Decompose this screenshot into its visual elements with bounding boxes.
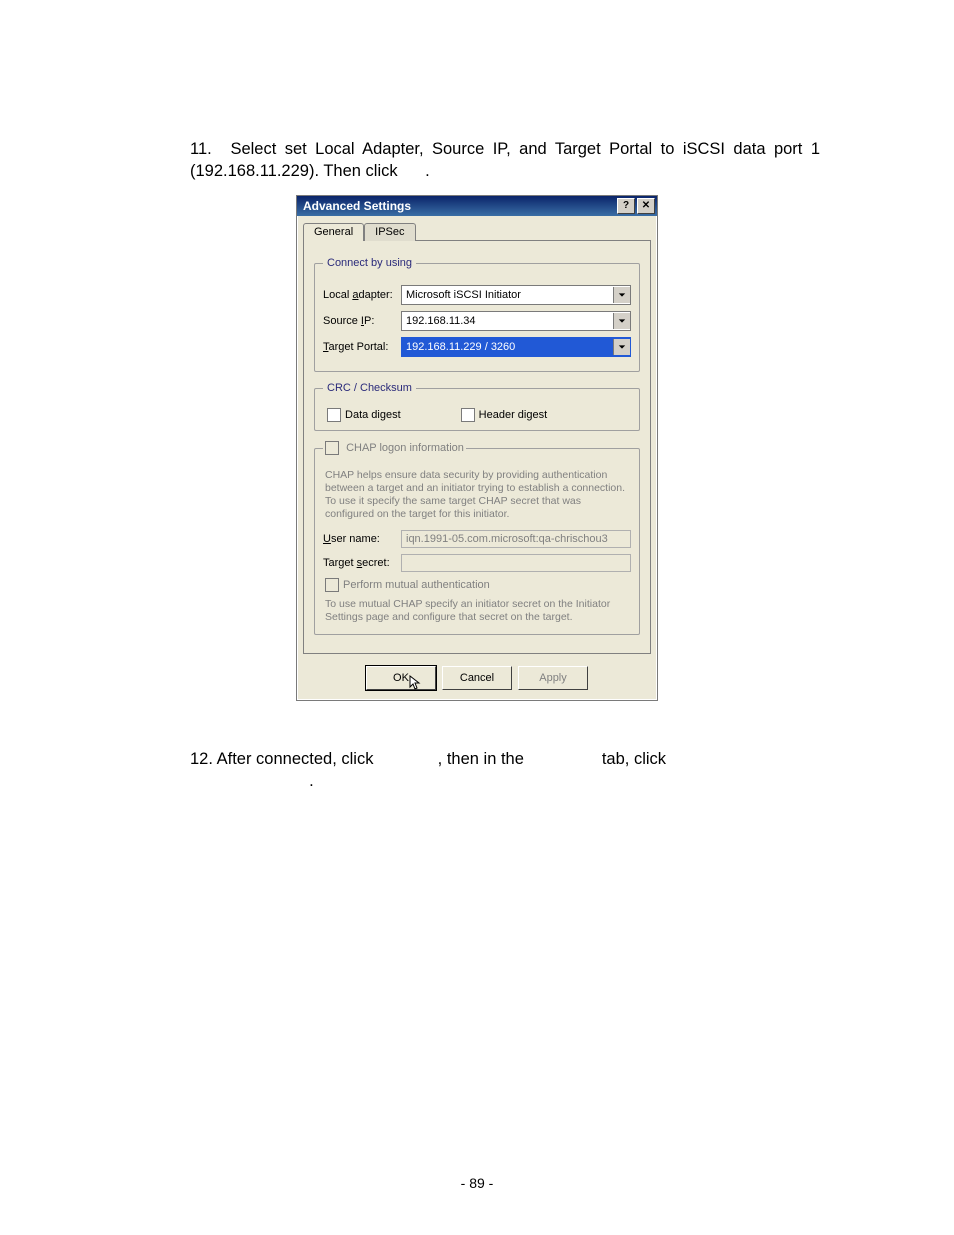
help-button[interactable]: ? (617, 198, 635, 214)
target-secret-field (401, 554, 631, 572)
header-digest-checkbox[interactable]: Header digest (461, 408, 548, 422)
chevron-down-icon (613, 287, 630, 303)
cursor-icon (409, 675, 425, 691)
header-digest-u: H (479, 409, 487, 421)
connect-by-using-legend: Connect by using (323, 257, 416, 269)
instruction-11-text-b: . (425, 162, 430, 180)
tab-strip: General IPSec (297, 216, 657, 240)
target-secret-u: s (357, 557, 363, 569)
instruction-12-number: 12. (190, 750, 213, 768)
crc-checksum-group: CRC / Checksum Data digest Header digest (314, 382, 640, 431)
tab-ipsec-label: IPSec (375, 226, 404, 238)
instruction-12-text-d: . (309, 772, 314, 790)
help-icon: ? (623, 201, 629, 211)
advanced-settings-dialog: Advanced Settings ? ✕ General IPSec Conn… (296, 195, 658, 701)
target-portal-value: 192.168.11.229 / 3260 (406, 341, 613, 353)
target-secret-row: Target secret: (323, 554, 631, 572)
user-name-u: U (323, 533, 331, 545)
chap-legend: CHAP logon information (323, 441, 466, 455)
tab-panel-general: Connect by using Local adapter: Microsof… (303, 240, 651, 654)
tab-ipsec[interactable]: IPSec (364, 223, 415, 241)
local-adapter-label: Local adapter: (323, 289, 401, 301)
close-button[interactable]: ✕ (637, 198, 655, 214)
instruction-11-text-a: Select set Local Adapter, Source IP, and… (190, 140, 820, 180)
chap-description: CHAP helps ensure data security by provi… (325, 469, 629, 522)
target-portal-u: T (323, 341, 329, 353)
chap-logon-group: CHAP logon information CHAP helps ensure… (314, 441, 640, 635)
dialog-title: Advanced Settings (303, 199, 615, 213)
target-portal-row: Target Portal: 192.168.11.229 / 3260 (323, 337, 631, 357)
source-ip-value: 192.168.11.34 (406, 315, 613, 327)
tab-general[interactable]: General (303, 223, 364, 241)
chap-legend-u: C (346, 442, 354, 454)
local-adapter-row: Local adapter: Microsoft iSCSI Initiator (323, 285, 631, 305)
data-digest-checkbox[interactable]: Data digest (327, 408, 401, 422)
chevron-down-icon (613, 313, 630, 329)
checkbox-icon (325, 578, 339, 592)
checkbox-icon (325, 441, 339, 455)
source-ip-row: Source IP: 192.168.11.34 (323, 311, 631, 331)
instruction-12: 12. After connected, click , then in the… (190, 748, 820, 793)
apply-button-label: Apply (539, 672, 567, 684)
ok-button[interactable]: OK (366, 666, 436, 690)
page-number: - 89 - (0, 1175, 954, 1191)
checkbox-icon (461, 408, 475, 422)
checkbox-icon (327, 408, 341, 422)
local-adapter-value: Microsoft iSCSI Initiator (406, 289, 613, 301)
cancel-button-label: Cancel (460, 672, 494, 684)
header-digest-label: Header digest (479, 409, 548, 421)
target-portal-label: Target Portal: (323, 341, 401, 353)
instruction-12-text-a: After connected, click (217, 750, 378, 768)
mutual-chap-note: To use mutual CHAP specify an initiator … (325, 598, 629, 624)
ok-button-label: OK (393, 672, 409, 684)
instruction-11-number: 11. (190, 138, 222, 160)
source-ip-label: Source IP: (323, 315, 401, 327)
crc-checksum-legend: CRC / Checksum (323, 382, 416, 394)
cancel-button[interactable]: Cancel (442, 666, 512, 690)
connect-by-using-group: Connect by using Local adapter: Microsof… (314, 257, 640, 372)
instruction-12-blank-2 (528, 750, 597, 768)
apply-button: Apply (518, 666, 588, 690)
chap-logon-checkbox[interactable]: CHAP logon information (325, 441, 464, 455)
user-name-field: iqn.1991-05.com.microsoft:qa-chrischou3 (401, 530, 631, 548)
instruction-11: 11. Select set Local Adapter, Source IP,… (190, 138, 820, 183)
instruction-11-ok (402, 162, 420, 180)
perform-mutual-checkbox: Perform mutual authentication (325, 578, 629, 592)
data-digest-label: Data digest (345, 409, 401, 421)
close-icon: ✕ (642, 201, 650, 211)
tab-general-label: General (314, 226, 353, 238)
data-digest-u: D (345, 409, 353, 421)
local-adapter-combo[interactable]: Microsoft iSCSI Initiator (401, 285, 631, 305)
target-secret-label: Target secret: (323, 557, 401, 569)
instruction-12-blank-1 (378, 750, 433, 768)
user-name-value: iqn.1991-05.com.microsoft:qa-chrischou3 (406, 533, 608, 545)
chap-legend-label: CHAP logon information (343, 442, 464, 454)
perform-mutual-u: P (343, 579, 350, 591)
source-ip-combo[interactable]: 192.168.11.34 (401, 311, 631, 331)
perform-mutual-label: Perform mutual authentication (343, 579, 490, 591)
instruction-12-text-b: , then in the (438, 750, 529, 768)
source-ip-u: I (361, 315, 364, 327)
titlebar[interactable]: Advanced Settings ? ✕ (297, 196, 657, 216)
chevron-down-icon (613, 339, 630, 355)
user-name-row: User name: iqn.1991-05.com.microsoft:qa-… (323, 530, 631, 548)
dialog-buttons: OK Cancel Apply (297, 660, 657, 700)
local-adapter-u: a (352, 289, 358, 301)
user-name-label: User name: (323, 533, 401, 545)
instruction-12-text-c: tab, click (602, 750, 666, 768)
target-portal-combo[interactable]: 192.168.11.229 / 3260 (401, 337, 631, 357)
